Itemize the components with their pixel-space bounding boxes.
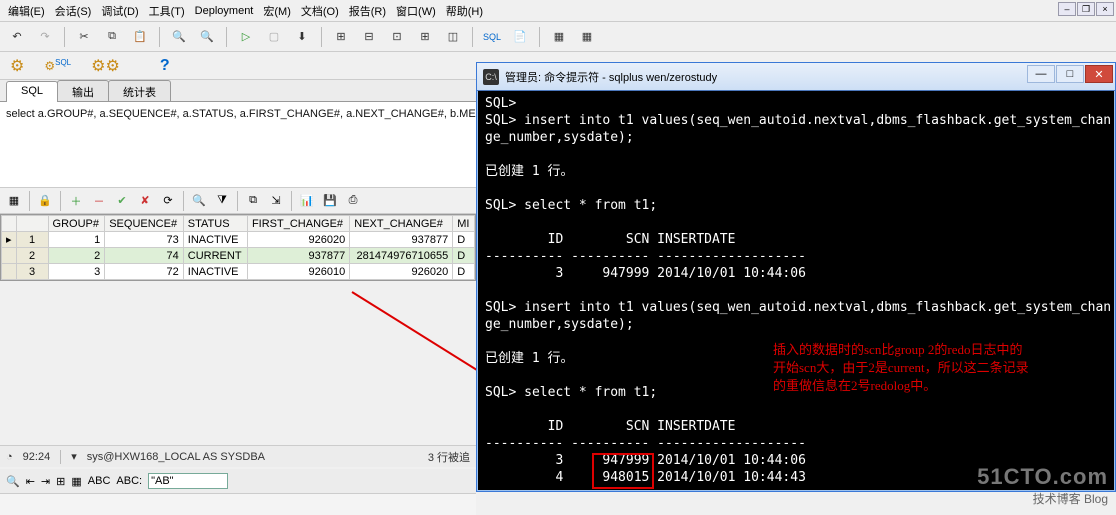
redo-icon[interactable]: ↷ — [34, 26, 56, 48]
terminal-title: 管理员: 命令提示符 - sqlplus wen/zerostudy — [505, 69, 717, 85]
terminal-output[interactable]: SQL> SQL> insert into t1 values(seq_wen_… — [477, 91, 1115, 491]
gear-icon-2[interactable]: ⚙SQL — [44, 58, 71, 73]
terminal-minimize-button[interactable]: — — [1027, 65, 1055, 83]
export-icon[interactable]: ⇲ — [266, 191, 286, 211]
gear-icon-3[interactable]: ⚙⚙ — [91, 56, 120, 76]
blank-status — [0, 493, 476, 515]
status-bar: ◔ 92:24 ▾ sys@HXW168_LOCAL AS SYSDBA 3 行… — [0, 445, 476, 467]
console-icon: C:\ — [483, 69, 499, 85]
refresh-icon[interactable]: ⟳ — [158, 191, 178, 211]
menu-macro[interactable]: 宏(M) — [259, 1, 295, 21]
grid1-icon[interactable]: ▦ — [548, 26, 570, 48]
col-sequence[interactable]: SEQUENCE# — [105, 216, 184, 232]
print-icon[interactable]: ⎙ — [343, 191, 363, 211]
find-bar: 🔍 ⇤ ⇥ ⊞ ▦ ABC ABC: — [0, 469, 476, 493]
menu-deployment[interactable]: Deployment — [191, 3, 258, 19]
find-again-icon[interactable]: 🔍 — [196, 26, 218, 48]
grid2-icon[interactable]: ▦ — [576, 26, 598, 48]
explain-icon[interactable]: ⊟ — [358, 26, 380, 48]
menu-edit[interactable]: 编辑(E) — [4, 1, 49, 21]
sql-text: select a.GROUP#, a.SEQUENCE#, a.STATUS, … — [6, 108, 507, 120]
schema-icon[interactable]: ⊞ — [330, 26, 352, 48]
connection-label: sys@HXW168_LOCAL AS SYSDBA — [87, 451, 265, 463]
copy-icon[interactable]: ⧉ — [101, 26, 123, 48]
stop-icon[interactable]: ▢ — [263, 26, 285, 48]
tab-sql[interactable]: SQL — [6, 81, 58, 102]
scn-highlight-box — [592, 453, 654, 489]
grid-icon[interactable]: ▦ — [71, 475, 81, 488]
menu-session[interactable]: 会话(S) — [51, 1, 96, 21]
execute-icon[interactable]: ▷ — [235, 26, 257, 48]
filter-icon[interactable]: ⧩ — [212, 191, 232, 211]
watermark-logo: 51CTO.com — [977, 464, 1108, 490]
nav-icon[interactable]: ⇤ — [26, 475, 35, 488]
abc-label: ABC — [88, 475, 111, 487]
table-row[interactable]: 2 2 74 CURRENT 937877 281474976710655 D — [2, 248, 475, 264]
plan-icon[interactable]: ⊡ — [386, 26, 408, 48]
gear-icon-1[interactable]: ⚙ — [10, 56, 24, 76]
sql-icon[interactable]: SQL — [481, 26, 503, 48]
minimize-button[interactable]: – — [1058, 2, 1076, 16]
add-row-icon[interactable]: ＋ — [66, 191, 86, 211]
find-binoc-icon[interactable]: 🔍 — [6, 475, 20, 488]
result-grid[interactable]: GROUP# SEQUENCE# STATUS FIRST_CHANGE# NE… — [0, 214, 476, 281]
clock-icon: ◔ — [6, 451, 13, 463]
col-group[interactable]: GROUP# — [48, 216, 105, 232]
terminal-titlebar[interactable]: C:\ 管理员: 命令提示符 - sqlplus wen/zerostudy —… — [477, 63, 1115, 91]
grid-header-row: GROUP# SEQUENCE# STATUS FIRST_CHANGE# NE… — [2, 216, 475, 232]
table-row[interactable]: ▸1 1 73 INACTIVE 926020 937877 D — [2, 232, 475, 248]
dropdown-icon[interactable]: ▾ — [71, 450, 77, 463]
cascade-icon[interactable]: ◫ — [442, 26, 464, 48]
tab-stats[interactable]: 统计表 — [108, 80, 171, 101]
tab-output[interactable]: 输出 — [57, 80, 109, 101]
annotation-text: 插入的数据时的scn比group 2的redo日志中的 开始scn大，由于2是c… — [773, 341, 1093, 395]
terminal-window: C:\ 管理员: 命令提示符 - sqlplus wen/zerostudy —… — [476, 62, 1116, 492]
table-row[interactable]: 3 3 72 INACTIVE 926010 926020 D — [2, 264, 475, 280]
lock-icon[interactable]: 🔒 — [35, 191, 55, 211]
copy-grid-icon[interactable]: ⧉ — [243, 191, 263, 211]
binoculars-icon[interactable]: 🔍 — [189, 191, 209, 211]
col-first-change[interactable]: FIRST_CHANGE# — [247, 216, 349, 232]
terminal-close-button[interactable]: ✕ — [1085, 65, 1113, 83]
watermark-sub: 技术博客 Blog — [977, 490, 1108, 507]
menu-window[interactable]: 窗口(W) — [392, 1, 440, 21]
chart-icon[interactable]: 📊 — [297, 191, 317, 211]
find-input[interactable] — [148, 473, 228, 489]
save-icon[interactable]: 💾 — [320, 191, 340, 211]
main-toolbar: ↶ ↷ ✂ ⧉ 📋 🔍 🔍 ▷ ▢ ⬇ ⊞ ⊟ ⊡ ⊞ ◫ SQL 📄 ▦ ▦ — [0, 22, 1116, 52]
nav-icon2[interactable]: ⇥ — [41, 475, 50, 488]
watermark: 51CTO.com 技术博客 Blog — [977, 464, 1108, 507]
grid-view-icon[interactable]: ▦ — [4, 191, 24, 211]
trace-icon[interactable]: ⊞ — [414, 26, 436, 48]
toggle-icon[interactable]: ⊞ — [56, 475, 65, 488]
commit-icon[interactable]: ⬇ — [291, 26, 313, 48]
status-message: 3 行被追 — [428, 449, 470, 465]
menu-tools[interactable]: 工具(T) — [145, 1, 189, 21]
terminal-maximize-button[interactable]: □ — [1056, 65, 1084, 83]
post-icon[interactable]: ✔ — [112, 191, 132, 211]
restore-button[interactable]: ❐ — [1077, 2, 1095, 16]
undo-icon[interactable]: ↶ — [6, 26, 28, 48]
cursor-position: 92:24 — [23, 451, 51, 463]
menu-debug[interactable]: 调试(D) — [97, 1, 142, 21]
close-button[interactable]: × — [1096, 2, 1114, 16]
menu-help[interactable]: 帮助(H) — [442, 1, 487, 21]
script-icon[interactable]: 📄 — [509, 26, 531, 48]
abc2-label: ABC: — [116, 475, 142, 487]
menu-report[interactable]: 报告(R) — [345, 1, 390, 21]
cut-icon[interactable]: ✂ — [73, 26, 95, 48]
menu-document[interactable]: 文档(O) — [297, 1, 343, 21]
cancel-icon[interactable]: ✘ — [135, 191, 155, 211]
paste-icon[interactable]: 📋 — [129, 26, 151, 48]
find-icon[interactable]: 🔍 — [168, 26, 190, 48]
col-member[interactable]: MI — [453, 216, 475, 232]
col-status[interactable]: STATUS — [183, 216, 247, 232]
remove-row-icon[interactable]: － — [89, 191, 109, 211]
menu-bar: 编辑(E) 会话(S) 调试(D) 工具(T) Deployment 宏(M) … — [0, 0, 1116, 22]
mdi-window-controls: – ❐ × — [1058, 2, 1114, 16]
help-icon[interactable]: ? — [160, 57, 170, 75]
col-next-change[interactable]: NEXT_CHANGE# — [350, 216, 453, 232]
